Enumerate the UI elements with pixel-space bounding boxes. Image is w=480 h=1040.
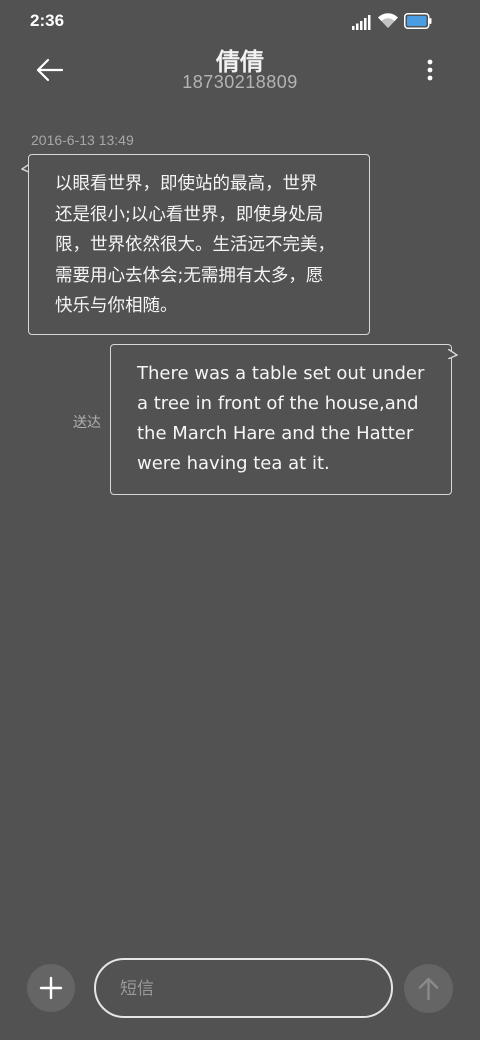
send-button[interactable]: [404, 964, 453, 1013]
message-input-container: [94, 958, 393, 1018]
plus-icon: [39, 976, 63, 1000]
message-line: 还是很小;以心看世界，即使身处局: [55, 204, 324, 225]
message-line: a tree in front of the house,and: [137, 393, 419, 414]
message-line: 以眼看世界，即使站的最高，世界: [55, 174, 318, 194]
status-icons: [352, 12, 452, 30]
status-bar: 2:36: [0, 0, 480, 40]
delivery-status: 送达: [73, 415, 101, 431]
battery-icon: [404, 13, 432, 29]
send-arrow-up-icon: [418, 977, 439, 1001]
outgoing-message-bubble[interactable]: There was a table set out under a tree i…: [110, 344, 452, 495]
outgoing-bubble-tail: [448, 349, 458, 359]
message-line: 快乐与你相随。: [55, 296, 178, 316]
message-line: 限，世界依然很大。生活远不完美，: [55, 235, 335, 255]
signal-icon: [352, 15, 371, 30]
more-options-button[interactable]: [418, 54, 442, 86]
messaging-screen: 2:36 倩倩 18730218809 2016-6-13 13:49 以眼看世…: [0, 0, 480, 1040]
conversation-header: 倩倩 18730218809: [0, 40, 480, 100]
incoming-message-bubble[interactable]: 以眼看世界，即使站的最高，世界 还是很小;以心看世界，即使身处局 限，世界依然很…: [28, 154, 370, 335]
contact-number: 18730218809: [182, 72, 298, 92]
message-line: were having tea at it.: [137, 453, 330, 474]
add-attachment-button[interactable]: [27, 964, 75, 1012]
message-line: 需要用心去体会;无需拥有太多，愿: [55, 265, 324, 286]
wifi-icon: [378, 13, 398, 28]
message-input[interactable]: [118, 960, 362, 1018]
message-line: the March Hare and the Hatter: [137, 423, 414, 444]
status-time: 2:36: [30, 11, 65, 30]
more-vertical-icon: [427, 59, 433, 81]
message-line: There was a table set out under: [137, 363, 425, 384]
message-timestamp: 2016-6-13 13:49: [31, 132, 134, 148]
